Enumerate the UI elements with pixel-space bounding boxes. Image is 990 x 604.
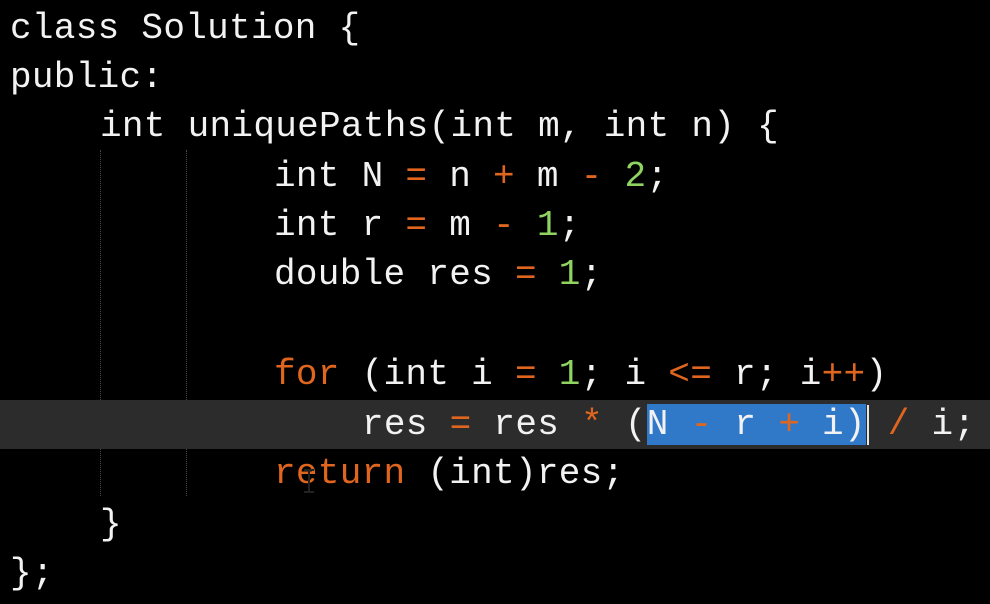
code-token: -	[580, 156, 603, 197]
code-token: int uniquePaths(int m, int n) {	[100, 106, 780, 147]
code-token: ++	[821, 354, 866, 395]
code-token: };	[10, 553, 54, 594]
code-token: (int)res;	[405, 453, 625, 494]
code-token: N	[646, 404, 691, 445]
code-line-7[interactable]	[0, 300, 990, 349]
code-line-11[interactable]: }	[0, 500, 990, 549]
code-token: 1	[536, 205, 559, 246]
code-token: <=	[668, 354, 713, 395]
code-token: =	[405, 205, 428, 246]
code-token: i;	[909, 404, 976, 445]
code-token: 2	[624, 156, 647, 197]
code-token: (	[602, 404, 647, 445]
code-editor[interactable]: class Solution { public: int uniquePaths…	[0, 0, 990, 604]
code-line-10[interactable]: return (int)res;	[0, 449, 990, 498]
text-cursor	[867, 405, 869, 445]
code-line-9-current[interactable]: res = res * (N - r + i) / i;	[0, 400, 990, 449]
code-token: 1	[558, 254, 581, 295]
line-text: };	[10, 549, 54, 598]
code-line-6[interactable]: double res = 1;	[0, 250, 990, 299]
code-token: res	[471, 404, 582, 445]
code-token: +	[493, 156, 515, 197]
code-token: -	[493, 205, 515, 246]
code-token: n	[427, 156, 494, 197]
code-line-1[interactable]: class Solution {	[0, 4, 990, 53]
code-token: }	[100, 504, 122, 545]
code-token: *	[581, 404, 603, 445]
line-text: }	[100, 500, 122, 549]
code-line-8[interactable]: for (int i = 1; i <= r; i++)	[0, 350, 990, 399]
code-token: res	[362, 404, 450, 445]
code-line-3[interactable]: int uniquePaths(int m, int n) {	[0, 102, 990, 151]
code-token: public:	[10, 57, 164, 98]
code-token: int r	[274, 205, 406, 246]
code-token: int N	[274, 156, 406, 197]
code-token: ; i	[580, 354, 669, 395]
code-token: m	[427, 205, 494, 246]
code-token: for	[274, 354, 340, 395]
code-token: ;	[558, 205, 581, 246]
code-line-12[interactable]: };	[0, 549, 990, 598]
line-text: double res = 1;	[274, 250, 603, 299]
code-token: i)	[800, 404, 866, 445]
code-line-2[interactable]: public:	[0, 53, 990, 102]
code-token: =	[449, 404, 472, 445]
code-token: 1	[558, 354, 581, 395]
code-token: r; i	[712, 354, 822, 395]
code-token: m	[514, 156, 581, 197]
code-token: class Solution {	[10, 8, 361, 49]
code-token: (int i	[339, 354, 515, 395]
line-text: for (int i = 1; i <= r; i++)	[274, 350, 887, 399]
line-text: res = res * (N - r + i) / i;	[362, 400, 975, 449]
text-selection[interactable]: N - r + i)	[646, 404, 866, 445]
ibeam-cursor-icon	[304, 469, 314, 493]
code-token: r	[712, 404, 779, 445]
code-token: =	[514, 254, 537, 295]
code-token: -	[690, 404, 713, 445]
code-token: /	[887, 404, 910, 445]
line-text: int N = n + m - 2;	[274, 152, 668, 201]
code-token: ;	[580, 254, 603, 295]
line-text: int uniquePaths(int m, int n) {	[100, 102, 779, 151]
code-line-4[interactable]: int N = n + m - 2;	[0, 152, 990, 201]
code-token: =	[405, 156, 428, 197]
code-line-5[interactable]: int r = m - 1;	[0, 201, 990, 250]
line-text: class Solution {	[10, 4, 360, 53]
line-text: int r = m - 1;	[274, 201, 581, 250]
code-token: return	[274, 453, 406, 494]
code-token: ;	[646, 156, 669, 197]
code-token: )	[865, 354, 888, 395]
code-token: double res	[274, 254, 515, 295]
line-text: return (int)res;	[274, 449, 624, 498]
code-token: =	[514, 354, 537, 395]
line-text: public:	[10, 53, 163, 102]
code-token: +	[778, 404, 801, 445]
